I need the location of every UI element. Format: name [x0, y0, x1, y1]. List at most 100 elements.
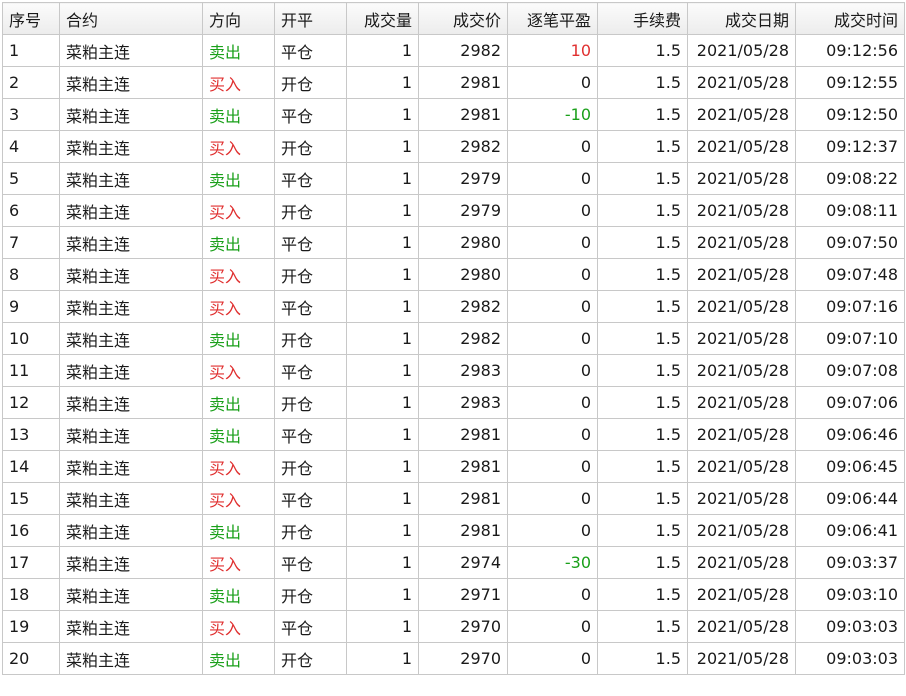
table-row[interactable]: 16 菜粕主连 卖出 开仓 1 2981 0 1.5 2021/05/28 09:06:41 [2, 514, 905, 547]
cell-contract: 菜粕主连 [59, 450, 203, 483]
cell-price: 2982 [418, 130, 508, 163]
cell-time: 09:08:11 [795, 194, 905, 227]
cell-price: 2970 [418, 642, 508, 675]
cell-open-close: 平仓 [274, 546, 347, 579]
column-header-volume[interactable]: 成交量 [346, 2, 419, 35]
cell-direction: 买入 [202, 354, 275, 387]
cell-open-close: 平仓 [274, 226, 347, 259]
cell-no: 3 [2, 98, 60, 131]
trade-table: 序号 合约 方向 开平 成交量 成交价 逐笔平盈 手续费 成交日期 成交时间 1… [2, 2, 905, 675]
cell-pnl: 0 [507, 290, 598, 323]
cell-price: 2970 [418, 610, 508, 643]
cell-price: 2982 [418, 34, 508, 67]
column-header-open-close[interactable]: 开平 [274, 2, 347, 35]
cell-volume: 1 [346, 386, 419, 419]
cell-direction: 卖出 [202, 34, 275, 67]
cell-pnl: 0 [507, 226, 598, 259]
table-row[interactable]: 4 菜粕主连 买入 开仓 1 2982 0 1.5 2021/05/28 09:12:37 [2, 130, 905, 163]
cell-direction: 卖出 [202, 578, 275, 611]
table-row[interactable]: 6 菜粕主连 买入 开仓 1 2979 0 1.5 2021/05/28 09:08:11 [2, 194, 905, 227]
cell-date: 2021/05/28 [687, 322, 796, 355]
cell-price: 2974 [418, 546, 508, 579]
table-row[interactable]: 18 菜粕主连 卖出 开仓 1 2971 0 1.5 2021/05/28 09:03:10 [2, 578, 905, 611]
cell-time: 09:03:03 [795, 642, 905, 675]
cell-date: 2021/05/28 [687, 98, 796, 131]
cell-open-close: 开仓 [274, 130, 347, 163]
table-row[interactable]: 15 菜粕主连 买入 平仓 1 2981 0 1.5 2021/05/28 09:06:44 [2, 482, 905, 515]
cell-direction: 卖出 [202, 162, 275, 195]
cell-price: 2983 [418, 386, 508, 419]
column-header-direction[interactable]: 方向 [202, 2, 275, 35]
cell-time: 09:06:46 [795, 418, 905, 451]
cell-volume: 1 [346, 226, 419, 259]
column-header-no[interactable]: 序号 [2, 2, 60, 35]
table-row[interactable]: 14 菜粕主连 买入 开仓 1 2981 0 1.5 2021/05/28 09:06:45 [2, 450, 905, 483]
table-row[interactable]: 2 菜粕主连 买入 开仓 1 2981 0 1.5 2021/05/28 09:12:55 [2, 66, 905, 99]
cell-fee: 1.5 [597, 66, 688, 99]
cell-fee: 1.5 [597, 546, 688, 579]
cell-price: 2981 [418, 98, 508, 131]
table-row[interactable]: 13 菜粕主连 卖出 平仓 1 2981 0 1.5 2021/05/28 09:06:46 [2, 418, 905, 451]
cell-pnl: 0 [507, 162, 598, 195]
column-header-pnl[interactable]: 逐笔平盈 [507, 2, 598, 35]
cell-no: 20 [2, 642, 60, 675]
cell-direction: 买入 [202, 258, 275, 291]
cell-time: 09:07:48 [795, 258, 905, 291]
cell-pnl: -10 [507, 98, 598, 131]
cell-price: 2981 [418, 66, 508, 99]
cell-direction: 卖出 [202, 226, 275, 259]
cell-pnl: 0 [507, 322, 598, 355]
cell-date: 2021/05/28 [687, 130, 796, 163]
table-row[interactable]: 20 菜粕主连 卖出 开仓 1 2970 0 1.5 2021/05/28 09:03:03 [2, 642, 905, 675]
column-header-contract[interactable]: 合约 [59, 2, 203, 35]
cell-pnl: 0 [507, 386, 598, 419]
cell-fee: 1.5 [597, 354, 688, 387]
cell-open-close: 平仓 [274, 418, 347, 451]
cell-date: 2021/05/28 [687, 450, 796, 483]
table-row[interactable]: 12 菜粕主连 卖出 开仓 1 2983 0 1.5 2021/05/28 09:07:06 [2, 386, 905, 419]
cell-price: 2983 [418, 354, 508, 387]
cell-pnl: 0 [507, 418, 598, 451]
cell-fee: 1.5 [597, 386, 688, 419]
table-row[interactable]: 9 菜粕主连 买入 平仓 1 2982 0 1.5 2021/05/28 09:07:16 [2, 290, 905, 323]
column-header-date[interactable]: 成交日期 [687, 2, 796, 35]
column-header-time[interactable]: 成交时间 [795, 2, 905, 35]
column-header-price[interactable]: 成交价 [418, 2, 508, 35]
table-row[interactable]: 19 菜粕主连 买入 平仓 1 2970 0 1.5 2021/05/28 09:03:03 [2, 610, 905, 643]
table-row[interactable]: 3 菜粕主连 卖出 平仓 1 2981 -10 1.5 2021/05/28 09:12:50 [2, 98, 905, 131]
cell-volume: 1 [346, 290, 419, 323]
cell-direction: 买入 [202, 66, 275, 99]
cell-pnl: 0 [507, 354, 598, 387]
cell-date: 2021/05/28 [687, 258, 796, 291]
cell-contract: 菜粕主连 [59, 98, 203, 131]
cell-time: 09:12:55 [795, 66, 905, 99]
table-row[interactable]: 8 菜粕主连 买入 开仓 1 2980 0 1.5 2021/05/28 09:07:48 [2, 258, 905, 291]
cell-open-close: 开仓 [274, 66, 347, 99]
table-row[interactable]: 5 菜粕主连 卖出 平仓 1 2979 0 1.5 2021/05/28 09:08:22 [2, 162, 905, 195]
cell-contract: 菜粕主连 [59, 482, 203, 515]
cell-contract: 菜粕主连 [59, 226, 203, 259]
table-row[interactable]: 7 菜粕主连 卖出 平仓 1 2980 0 1.5 2021/05/28 09:07:50 [2, 226, 905, 259]
cell-direction: 卖出 [202, 418, 275, 451]
cell-fee: 1.5 [597, 514, 688, 547]
cell-open-close: 平仓 [274, 162, 347, 195]
cell-price: 2982 [418, 290, 508, 323]
cell-open-close: 开仓 [274, 642, 347, 675]
cell-direction: 卖出 [202, 386, 275, 419]
header-row: 序号 合约 方向 开平 成交量 成交价 逐笔平盈 手续费 成交日期 成交时间 [2, 2, 905, 35]
cell-volume: 1 [346, 642, 419, 675]
table-row[interactable]: 1 菜粕主连 卖出 平仓 1 2982 10 1.5 2021/05/28 09:12:56 [2, 34, 905, 67]
cell-direction: 买入 [202, 290, 275, 323]
table-row[interactable]: 11 菜粕主连 买入 平仓 1 2983 0 1.5 2021/05/28 09:07:08 [2, 354, 905, 387]
cell-no: 6 [2, 194, 60, 227]
cell-open-close: 平仓 [274, 34, 347, 67]
cell-time: 09:03:37 [795, 546, 905, 579]
cell-volume: 1 [346, 34, 419, 67]
cell-price: 2981 [418, 418, 508, 451]
column-header-fee[interactable]: 手续费 [597, 2, 688, 35]
table-row[interactable]: 17 菜粕主连 买入 平仓 1 2974 -30 1.5 2021/05/28 09:03:37 [2, 546, 905, 579]
cell-direction: 卖出 [202, 642, 275, 675]
cell-no: 15 [2, 482, 60, 515]
table-row[interactable]: 10 菜粕主连 卖出 开仓 1 2982 0 1.5 2021/05/28 09:07:10 [2, 322, 905, 355]
cell-time: 09:07:10 [795, 322, 905, 355]
